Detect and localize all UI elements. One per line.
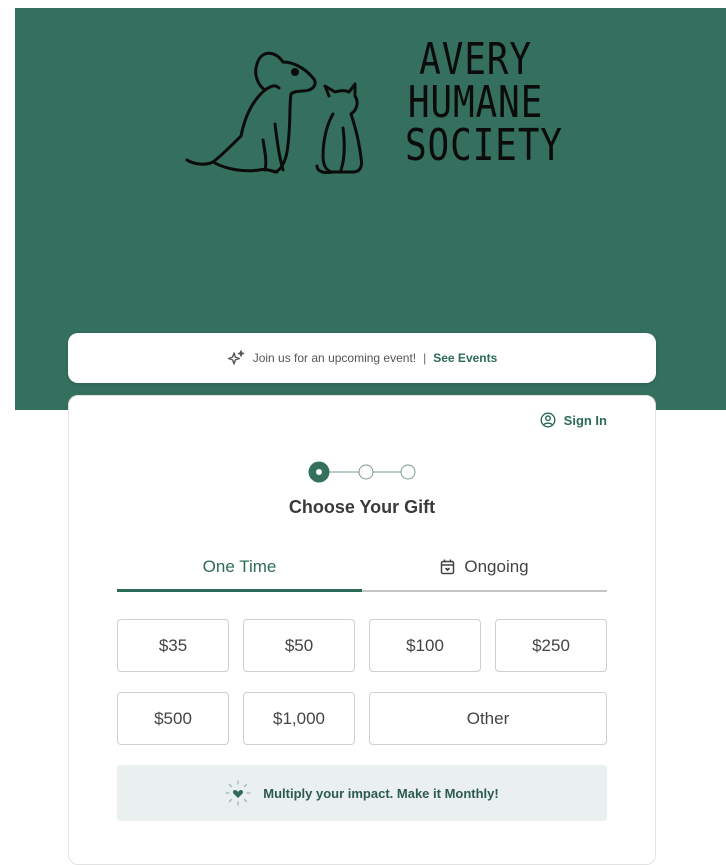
step-3	[400, 464, 416, 480]
step-2	[358, 464, 374, 480]
amount-button-250[interactable]: $250	[495, 619, 607, 672]
frequency-tabs: One Time Ongoing	[117, 544, 607, 592]
logo-line: SOCIETY	[405, 120, 563, 171]
amount-button-500[interactable]: $500	[117, 692, 229, 745]
tab-label: One Time	[202, 557, 277, 576]
amount-button-1000[interactable]: $1,000	[243, 692, 355, 745]
tab-ongoing[interactable]: Ongoing	[362, 544, 607, 590]
amount-button-50[interactable]: $50	[243, 619, 355, 672]
event-banner: Join us for an upcoming event! | See Eve…	[68, 333, 656, 383]
amount-button-35[interactable]: $35	[117, 619, 229, 672]
tab-label: Ongoing	[464, 557, 529, 576]
amount-button-100[interactable]: $100	[369, 619, 481, 672]
sparkles-icon	[227, 350, 245, 366]
logo-wordmark: AVERY HUMANE SOCIETY	[405, 34, 563, 171]
tab-one-time[interactable]: One Time	[117, 544, 362, 592]
form-title: Choose Your Gift	[288, 497, 436, 517]
monthly-cta-text: Multiply your impact. Make it Monthly!	[263, 785, 499, 801]
user-circle-icon	[540, 412, 556, 428]
sign-in-label: Sign In	[563, 412, 607, 428]
other-amount-button[interactable]: Other	[369, 692, 607, 745]
logo-line: HUMANE	[407, 77, 544, 128]
calendar-icon	[441, 559, 455, 575]
dog-and-cat-logo-icon	[185, 51, 363, 174]
logo-line: AVERY	[419, 34, 532, 85]
sign-in-button[interactable]: Sign In	[540, 412, 607, 428]
progress-stepper	[308, 461, 416, 483]
see-events-link[interactable]: See Events	[433, 351, 497, 365]
make-it-monthly-banner[interactable]: Multiply your impact. Make it Monthly!	[117, 765, 607, 821]
heart-sparkle-icon	[225, 780, 251, 806]
divider: |	[423, 351, 427, 365]
donation-form-card: Sign In Choose Your Gift One Time Ongoin…	[68, 395, 656, 865]
event-banner-text: Join us for an upcoming event!	[252, 351, 417, 365]
